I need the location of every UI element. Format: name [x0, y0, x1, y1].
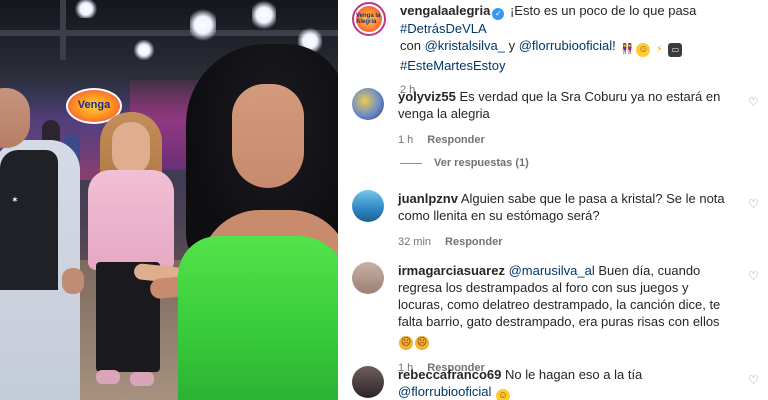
lightning-emoji-icon: ⚡ [655, 44, 663, 55]
comment-text: No le hagan eso a la tía [504, 367, 643, 382]
comment: rebeccafranco69 No le hagan eso a la tía… [352, 366, 758, 400]
commenter-avatar[interactable] [352, 88, 384, 120]
caption-username[interactable]: vengalaalegria [400, 3, 490, 18]
hashtag-link[interactable]: #EsteMartesEstoy [400, 58, 506, 73]
mention-link[interactable]: @marusilva_al [509, 263, 595, 278]
stage-logo-text: Venga [77, 99, 111, 111]
mention-link[interactable]: @kristalsilva_ [425, 38, 505, 53]
replies-divider [400, 162, 422, 164]
comments-panel[interactable]: Venga la Alegría vengalaalegria ✓ ¡Esto e… [338, 0, 768, 400]
comment: irmagarciasuarez @marusilva_al Buen día,… [352, 262, 758, 377]
mention-link[interactable]: @florrubiooficial [519, 38, 612, 53]
studio-light [252, 0, 276, 30]
woman-face-right [232, 84, 304, 188]
shoe [130, 372, 154, 386]
heart-icon[interactable]: ♡ [748, 96, 760, 108]
pink-blouse [88, 170, 174, 270]
heart-icon[interactable]: ♡ [748, 374, 760, 386]
laughing-emoji-icon: ☺ [636, 43, 651, 57]
reply-button[interactable]: Responder [427, 134, 484, 146]
comment: juanlpznv Alguien sabe que le pasa a kri… [352, 190, 758, 251]
comment-time[interactable]: 32 min [398, 236, 431, 248]
hashtag-link[interactable]: #DetrásDeVLA [400, 21, 487, 36]
comment-username[interactable]: rebeccafranco69 [398, 367, 501, 382]
post-caption: Venga la Alegría vengalaalegria ✓ ¡Esto e… [352, 2, 758, 99]
man-hand [62, 268, 84, 294]
comment-time[interactable]: 1 h [398, 134, 413, 146]
sad-emoji-icon: ☹ [399, 336, 413, 350]
verified-icon: ✓ [492, 8, 505, 20]
comment: yolyviz55 Es verdad que la Sra Coburu ya… [352, 88, 758, 149]
people-emoji-icon: 👭 [621, 44, 634, 55]
caption-text: ¡Esto es un poco de lo que pasa [509, 3, 697, 18]
tv-emoji-icon: ▭ [668, 43, 683, 57]
woman-face [112, 122, 150, 174]
view-replies-label: Ver respuestas (1) [434, 157, 529, 169]
heart-icon[interactable]: ♡ [748, 270, 760, 282]
caption-text: ! [612, 38, 616, 53]
vest-logo: ✶ [12, 197, 18, 204]
commenter-avatar[interactable] [352, 366, 384, 398]
caption-text: con [400, 38, 425, 53]
comment-username[interactable]: juanlpznv [398, 191, 458, 206]
mention-link[interactable]: @florrubiooficial [398, 384, 491, 399]
green-dress [178, 236, 338, 400]
wink-emoji-icon: ☺ [496, 389, 511, 400]
shoe [96, 370, 120, 384]
lighting-rig [0, 30, 338, 36]
commenter-avatar[interactable] [352, 190, 384, 222]
studio-light [190, 8, 216, 42]
post-media[interactable]: Venga ✶ [0, 0, 338, 400]
reply-button[interactable]: Responder [445, 236, 502, 248]
post-view: Venga ✶ Venga la Alegría vengalaalegria … [0, 0, 768, 400]
view-replies-button[interactable]: Ver respuestas (1) [400, 157, 529, 169]
heart-icon[interactable]: ♡ [748, 198, 760, 210]
caption-text: y [504, 38, 519, 53]
account-avatar[interactable]: Venga la Alegría [352, 2, 386, 36]
man-vest [0, 150, 58, 290]
commenter-avatar[interactable] [352, 262, 384, 294]
avatar-text: Venga la Alegría [356, 13, 381, 25]
comment-username[interactable]: irmagarciasuarez [398, 263, 505, 278]
studio-light [134, 40, 154, 60]
studio-light [74, 0, 98, 18]
comment-username[interactable]: yolyviz55 [398, 89, 456, 104]
sad-emoji-icon: ☹ [415, 336, 429, 350]
lighting-rig-pole [60, 0, 66, 60]
